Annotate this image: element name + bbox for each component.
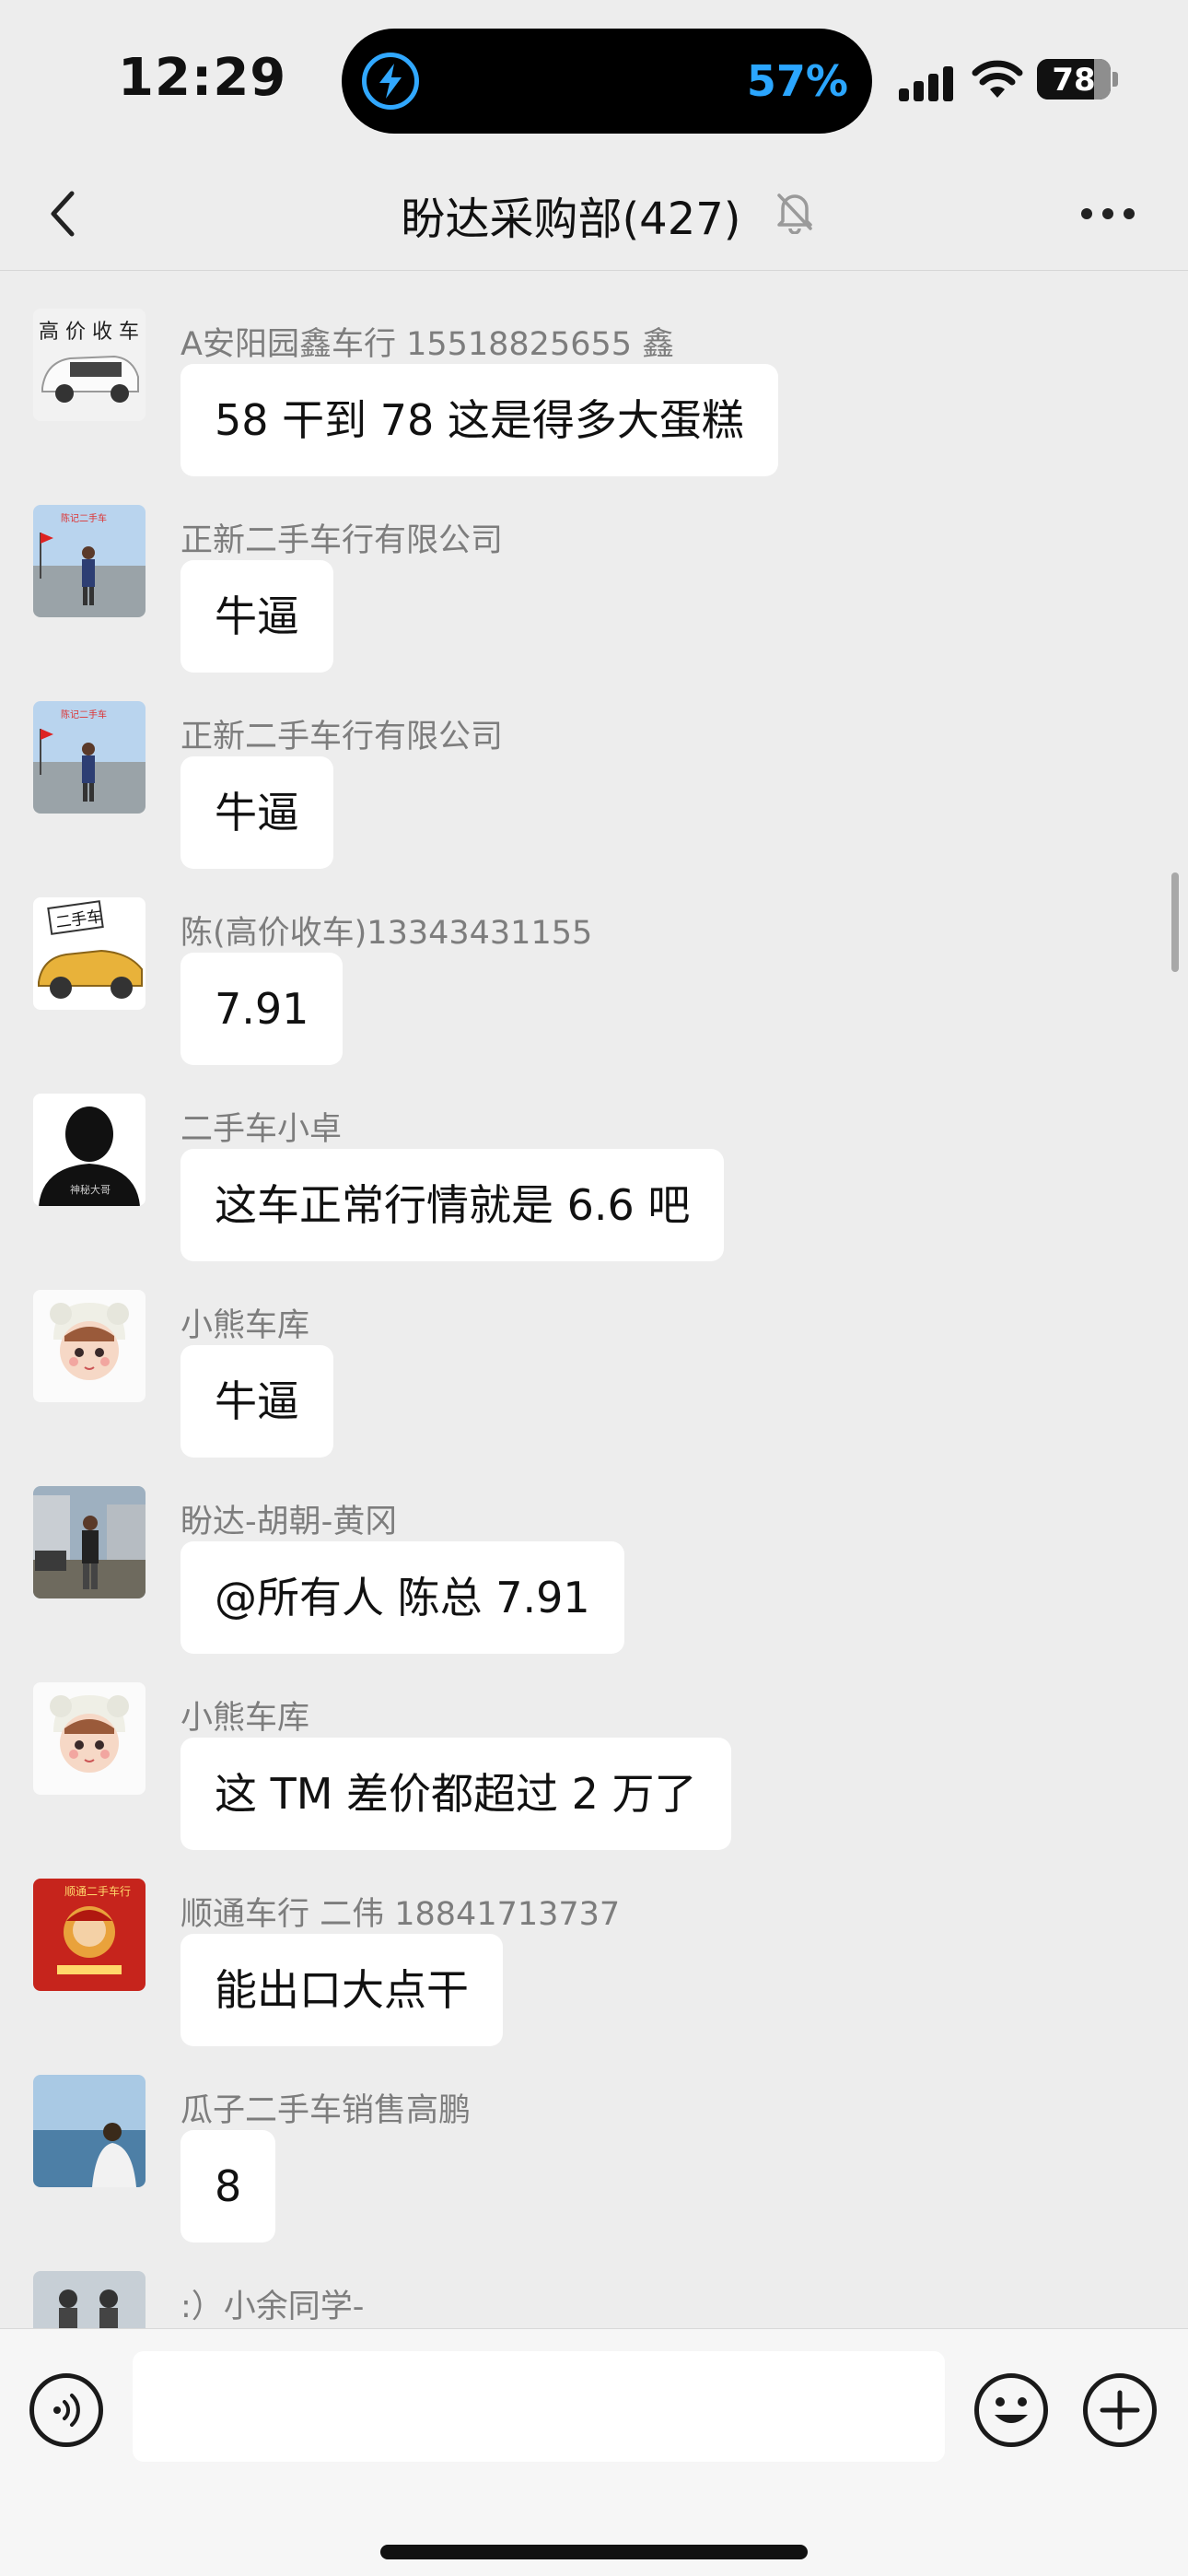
- chat-title: 盼达采购部(427): [401, 193, 741, 245]
- battery-icon: 78: [1037, 59, 1111, 100]
- home-indicator[interactable]: [380, 2545, 808, 2559]
- sender-name: 小熊车库: [181, 1307, 310, 1344]
- message-item: :）小余同学-: [0, 2234, 1188, 2328]
- dynamic-island: 57%: [342, 29, 872, 134]
- status-time: 12:29: [118, 48, 287, 108]
- scrollbar-thumb[interactable]: [1171, 872, 1179, 972]
- lightning-bolt-icon: [362, 53, 419, 110]
- man-by-sea-avatar[interactable]: 陈记二手车: [33, 505, 146, 617]
- couple-beach-avatar[interactable]: [33, 2271, 146, 2328]
- message-bubble[interactable]: 这 TM 差价都超过 2 万了: [181, 1738, 731, 1850]
- silhouette-avatar[interactable]: 神秘大哥: [33, 1094, 146, 1206]
- yellow-car-avatar[interactable]: 二手车: [33, 897, 146, 1010]
- island-battery-percent: 57%: [746, 56, 848, 106]
- sender-name: 陈(高价收车)13343431155: [181, 915, 593, 952]
- input-bar: [0, 2328, 1188, 2576]
- svg-text:陈记二手车: 陈记二手车: [61, 512, 107, 524]
- plus-circle-icon[interactable]: [1083, 2373, 1157, 2447]
- sender-name: 盼达-胡朝-黄冈: [181, 1504, 398, 1540]
- sender-name: 小熊车库: [181, 1700, 310, 1737]
- svg-text:神秘大哥: 神秘大哥: [70, 1183, 111, 1196]
- ellipsis-icon[interactable]: [1079, 203, 1136, 225]
- sender-name: A安阳园鑫车行 15518825655 鑫: [181, 326, 675, 363]
- sender-name: 顺通车行 二伟 18841713737: [181, 1896, 621, 1933]
- message-item: 神秘大哥 二手车小卓 这车正常行情就是 6.6 吧: [0, 1057, 1188, 1261]
- man-by-sea-avatar[interactable]: 陈记二手车: [33, 701, 146, 814]
- sender-name: 正新二手车行有限公司: [181, 719, 504, 755]
- battery-level: 78: [1052, 62, 1096, 99]
- message-item: 陈记二手车 正新二手车行有限公司 牛逼: [0, 664, 1188, 869]
- sender-name: :）小余同学-: [181, 2289, 365, 2325]
- red-poster-avatar[interactable]: 顺通二手车行: [33, 1879, 146, 1991]
- message-bubble[interactable]: 7.91: [181, 953, 344, 1065]
- message-item: 顺通二手车行 顺通车行 二伟 18841713737 能出口大点干: [0, 1842, 1188, 2046]
- message-bubble[interactable]: 58 干到 78 这是得多大蛋糕: [181, 364, 778, 476]
- voice-wave-icon[interactable]: [29, 2373, 103, 2447]
- sender-name: 二手车小卓: [181, 1111, 343, 1148]
- message-item: 小熊车库 牛逼: [0, 1253, 1188, 1458]
- person-by-sea-avatar[interactable]: [33, 2075, 146, 2187]
- cellular-signal-icon: [899, 64, 956, 101]
- message-item: 小熊车库 这 TM 差价都超过 2 万了: [0, 1645, 1188, 1850]
- message-bubble[interactable]: 8: [181, 2130, 276, 2242]
- message-bubble[interactable]: 这车正常行情就是 6.6 吧: [181, 1149, 725, 1261]
- smiley-face-icon[interactable]: [974, 2373, 1048, 2447]
- message-item: 盼达-胡朝-黄冈 @所有人 陈总 7.91: [0, 1449, 1188, 1654]
- bell-slash-icon: [777, 193, 812, 234]
- sender-name: 瓜子二手车销售高鹏: [181, 2092, 472, 2129]
- message-bubble[interactable]: 牛逼: [181, 756, 333, 869]
- message-bubble[interactable]: 能出口大点干: [181, 1934, 503, 2046]
- message-bubble[interactable]: 牛逼: [181, 1345, 333, 1458]
- message-item: 陈记二手车 正新二手车行有限公司 牛逼: [0, 468, 1188, 673]
- man-outdoor-avatar[interactable]: [33, 1486, 146, 1598]
- sender-name: 正新二手车行有限公司: [181, 522, 504, 559]
- white-minivan-avatar[interactable]: 高 价 收 车: [33, 309, 146, 421]
- svg-text:陈记二手车: 陈记二手车: [61, 708, 107, 720]
- message-input[interactable]: [133, 2351, 945, 2462]
- message-bubble[interactable]: 牛逼: [181, 560, 333, 673]
- battery-cap: [1112, 72, 1118, 87]
- status-bar: 12:29 57% 78: [0, 0, 1188, 157]
- message-item: 瓜子二手车销售高鹏 8: [0, 2038, 1188, 2242]
- message-item: 高 价 收 车 A安阳园鑫车行 15518825655 鑫 58 干到 78 这…: [0, 272, 1188, 476]
- baby-cartoon-avatar[interactable]: [33, 1682, 146, 1795]
- svg-text:顺通二手车行: 顺通二手车行: [64, 1884, 131, 1898]
- baby-cartoon-avatar[interactable]: [33, 1290, 146, 1402]
- message-bubble[interactable]: @所有人 陈总 7.91: [181, 1541, 624, 1654]
- svg-text:高 价 收 车: 高 价 收 车: [39, 321, 139, 344]
- wifi-icon: [972, 60, 1023, 98]
- nav-bar: 盼达采购部(427): [0, 157, 1188, 271]
- chat-message-list[interactable]: 高 价 收 车 A安阳园鑫车行 15518825655 鑫 58 干到 78 这…: [0, 272, 1188, 2328]
- message-item: 二手车 陈(高价收车)13343431155 7.91: [0, 861, 1188, 1065]
